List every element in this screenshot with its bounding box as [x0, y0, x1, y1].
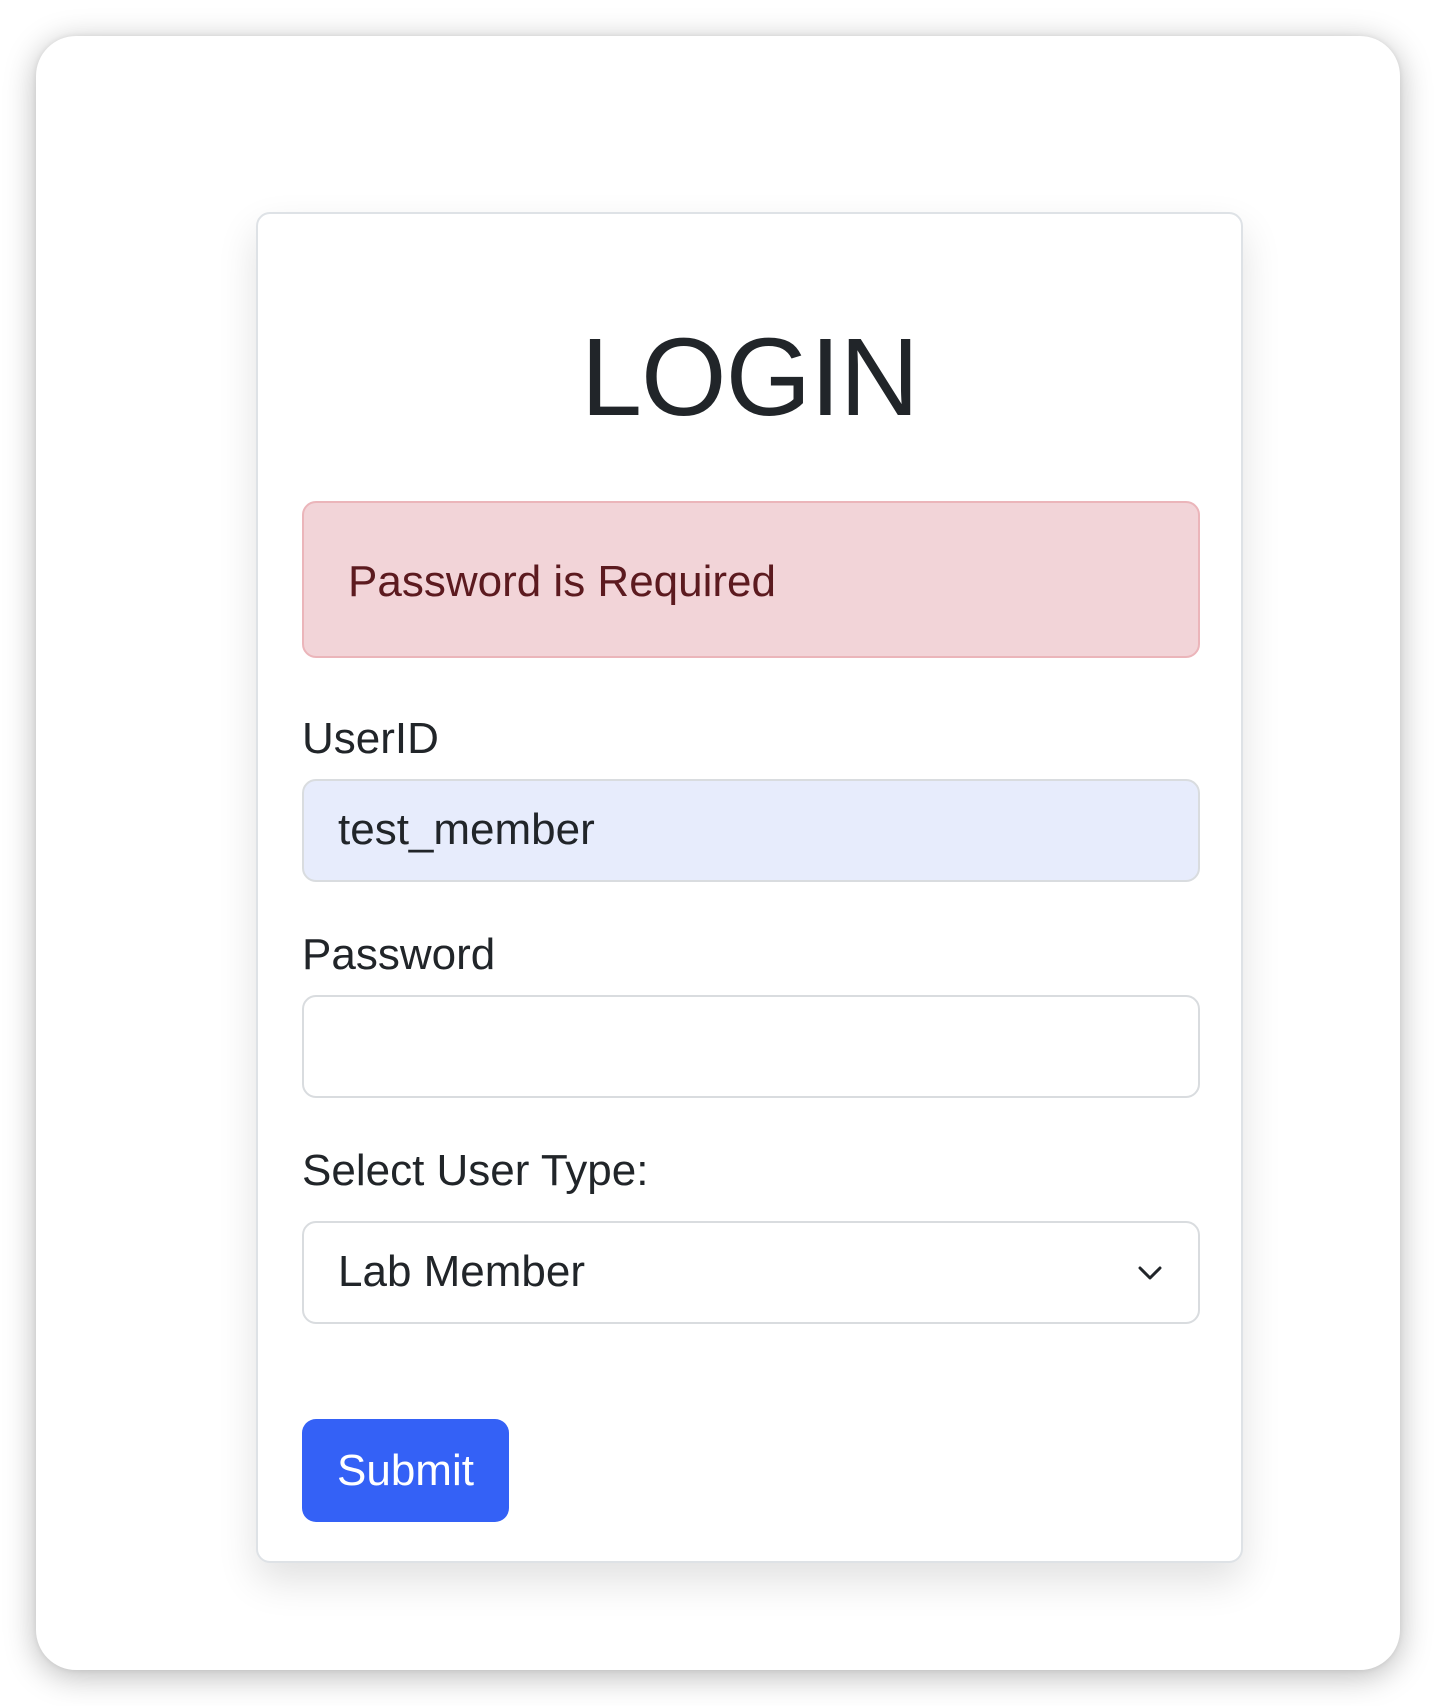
chevron-down-icon	[1138, 1266, 1162, 1280]
submit-button[interactable]: Submit	[302, 1419, 509, 1522]
usertype-select-value: Lab Member	[338, 1247, 586, 1296]
error-alert-text: Password is Required	[348, 557, 776, 606]
password-input[interactable]	[302, 995, 1200, 1098]
login-card: LOGIN Password is Required UserID test_m…	[256, 212, 1243, 1563]
userid-input[interactable]: test_member	[302, 779, 1200, 882]
app-window: LOGIN Password is Required UserID test_m…	[36, 36, 1400, 1670]
userid-input-value: test_member	[338, 805, 595, 854]
usertype-select[interactable]: Lab Member	[302, 1221, 1200, 1324]
userid-label: UserID	[302, 714, 439, 763]
password-label: Password	[302, 930, 496, 979]
usertype-label: Select User Type:	[302, 1146, 649, 1195]
page-title: LOGIN	[580, 316, 919, 439]
error-alert: Password is Required	[302, 501, 1200, 658]
